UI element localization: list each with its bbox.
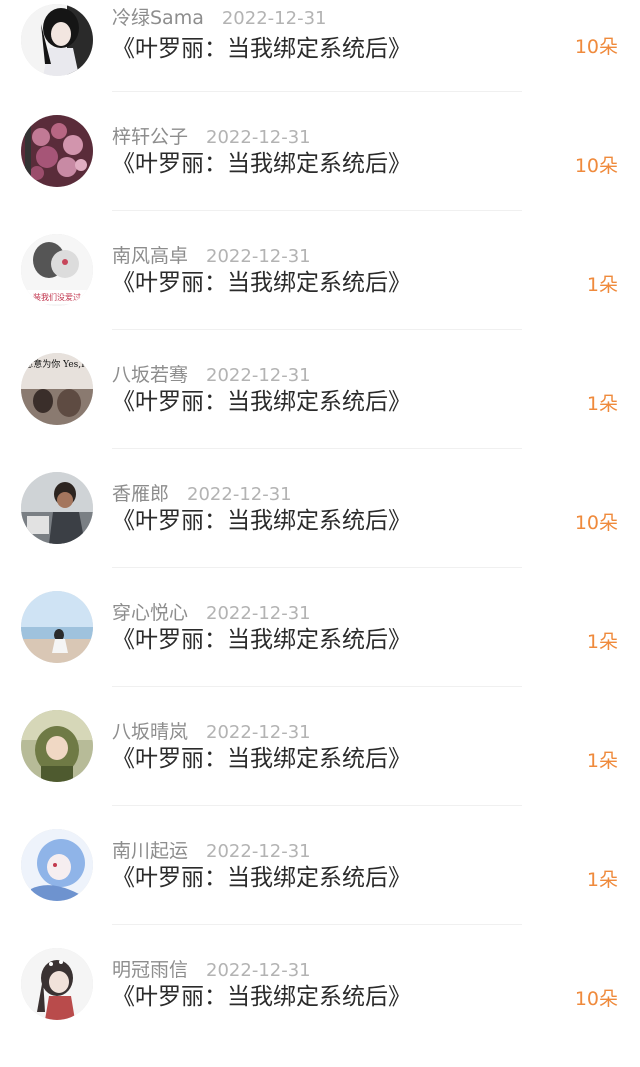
username-line: 冷绿Sama 2022-12-31: [112, 6, 326, 31]
divider: [112, 805, 522, 806]
username[interactable]: 南风高卓: [112, 245, 188, 267]
gift-count: 1朵: [586, 631, 618, 653]
gift-count: 10朵: [574, 512, 618, 534]
book-title[interactable]: 《叶罗丽：当我绑定系统后》: [112, 34, 411, 64]
username-line: 八坂若骞 2022-12-31: [112, 363, 311, 388]
list-item[interactable]: 八坂晴岚 2022-12-31 《叶罗丽：当我绑定系统后》 1朵: [0, 710, 640, 829]
divider: [112, 448, 522, 449]
book-title[interactable]: 《叶罗丽：当我绑定系统后》: [112, 625, 411, 655]
username[interactable]: 梓轩公子: [112, 126, 188, 148]
list-item[interactable]: 香雁郎 2022-12-31 《叶罗丽：当我绑定系统后》 10朵: [0, 472, 640, 591]
avatar-couple-text[interactable]: 我愿意为你 Yes,I do: [21, 353, 93, 425]
list-item[interactable]: 我愿意为你 Yes,I do 八坂若骞 2022-12-31 《叶罗丽：当我绑定系…: [0, 353, 640, 472]
username-line: 南川起运 2022-12-31: [112, 839, 311, 864]
gift-count: 1朵: [586, 274, 618, 296]
list-item[interactable]: 冷绿Sama 2022-12-31 《叶罗丽：当我绑定系统后》 10朵: [0, 4, 640, 123]
avatar-beach-girl[interactable]: [21, 591, 93, 663]
username-line: 明冠雨信 2022-12-31: [112, 958, 311, 983]
username[interactable]: 香雁郎: [112, 483, 169, 505]
date: 2022-12-31: [206, 365, 311, 386]
gift-count: 1朵: [586, 869, 618, 891]
username[interactable]: 冷绿Sama: [112, 7, 204, 29]
book-title[interactable]: 《叶罗丽：当我绑定系统后》: [112, 268, 411, 298]
date: 2022-12-31: [206, 246, 311, 267]
book-title[interactable]: 《叶罗丽：当我绑定系统后》: [112, 982, 411, 1012]
date: 2022-12-31: [206, 960, 311, 981]
avatar-blue-anime[interactable]: [21, 829, 93, 901]
list-item[interactable]: 梓轩公子 2022-12-31 《叶罗丽：当我绑定系统后》 10朵: [0, 115, 640, 234]
date: 2022-12-31: [206, 722, 311, 743]
username[interactable]: 八坂晴岚: [112, 721, 188, 743]
avatar-green-anime[interactable]: [21, 710, 93, 782]
avatar-caption: 我愿意为你 Yes,I do: [21, 358, 93, 370]
avatar-anime-girl-braids[interactable]: [21, 948, 93, 1020]
list-item[interactable]: 明冠雨信 2022-12-31 《叶罗丽：当我绑定系统后》 10朵: [0, 948, 640, 1067]
date: 2022-12-31: [187, 484, 292, 505]
book-title[interactable]: 《叶罗丽：当我绑定系统后》: [112, 506, 411, 536]
book-title[interactable]: 《叶罗丽：当我绑定系统后》: [112, 387, 411, 417]
gift-count: 10朵: [574, 988, 618, 1010]
book-title[interactable]: 《叶罗丽：当我绑定系统后》: [112, 863, 411, 893]
date: 2022-12-31: [206, 603, 311, 624]
divider: [112, 91, 522, 92]
username-line: 南风高卓 2022-12-31: [112, 244, 311, 269]
list-item[interactable]: 装我们没爱过 南风高卓 2022-12-31 《叶罗丽：当我绑定系统后》 1朵: [0, 234, 640, 353]
username-line: 八坂晴岚 2022-12-31: [112, 720, 311, 745]
avatar-sketch-girl[interactable]: 装我们没爱过: [21, 234, 93, 306]
list-item[interactable]: 穿心悦心 2022-12-31 《叶罗丽：当我绑定系统后》 1朵: [0, 591, 640, 710]
username-line: 香雁郎 2022-12-31: [112, 482, 292, 507]
gift-count: 1朵: [586, 393, 618, 415]
username[interactable]: 明冠雨信: [112, 959, 188, 981]
list-item[interactable]: 南川起运 2022-12-31 《叶罗丽：当我绑定系统后》 1朵: [0, 829, 640, 948]
username-line: 穿心悦心 2022-12-31: [112, 601, 311, 626]
avatar-girl-dark-hair[interactable]: [21, 4, 93, 76]
date: 2022-12-31: [206, 841, 311, 862]
avatar-pink-flowers[interactable]: [21, 115, 93, 187]
avatar-caption: 装我们没爱过: [33, 292, 81, 302]
book-title[interactable]: 《叶罗丽：当我绑定系统后》: [112, 744, 411, 774]
divider: [112, 567, 522, 568]
divider: [112, 210, 522, 211]
date: 2022-12-31: [206, 127, 311, 148]
username[interactable]: 穿心悦心: [112, 602, 188, 624]
date: 2022-12-31: [221, 8, 327, 29]
username-line: 梓轩公子 2022-12-31: [112, 125, 311, 150]
divider: [112, 329, 522, 330]
book-title[interactable]: 《叶罗丽：当我绑定系统后》: [112, 149, 411, 179]
gift-count: 10朵: [574, 155, 618, 177]
gift-count: 10朵: [574, 36, 618, 58]
username[interactable]: 八坂若骞: [112, 364, 188, 386]
gift-record-list: 冷绿Sama 2022-12-31 《叶罗丽：当我绑定系统后》 10朵 梓轩公子 2…: [0, 0, 640, 1029]
gift-count: 1朵: [586, 750, 618, 772]
avatar-man-photo[interactable]: [21, 472, 93, 544]
username[interactable]: 南川起运: [112, 840, 188, 862]
divider: [112, 924, 522, 925]
divider: [112, 686, 522, 687]
